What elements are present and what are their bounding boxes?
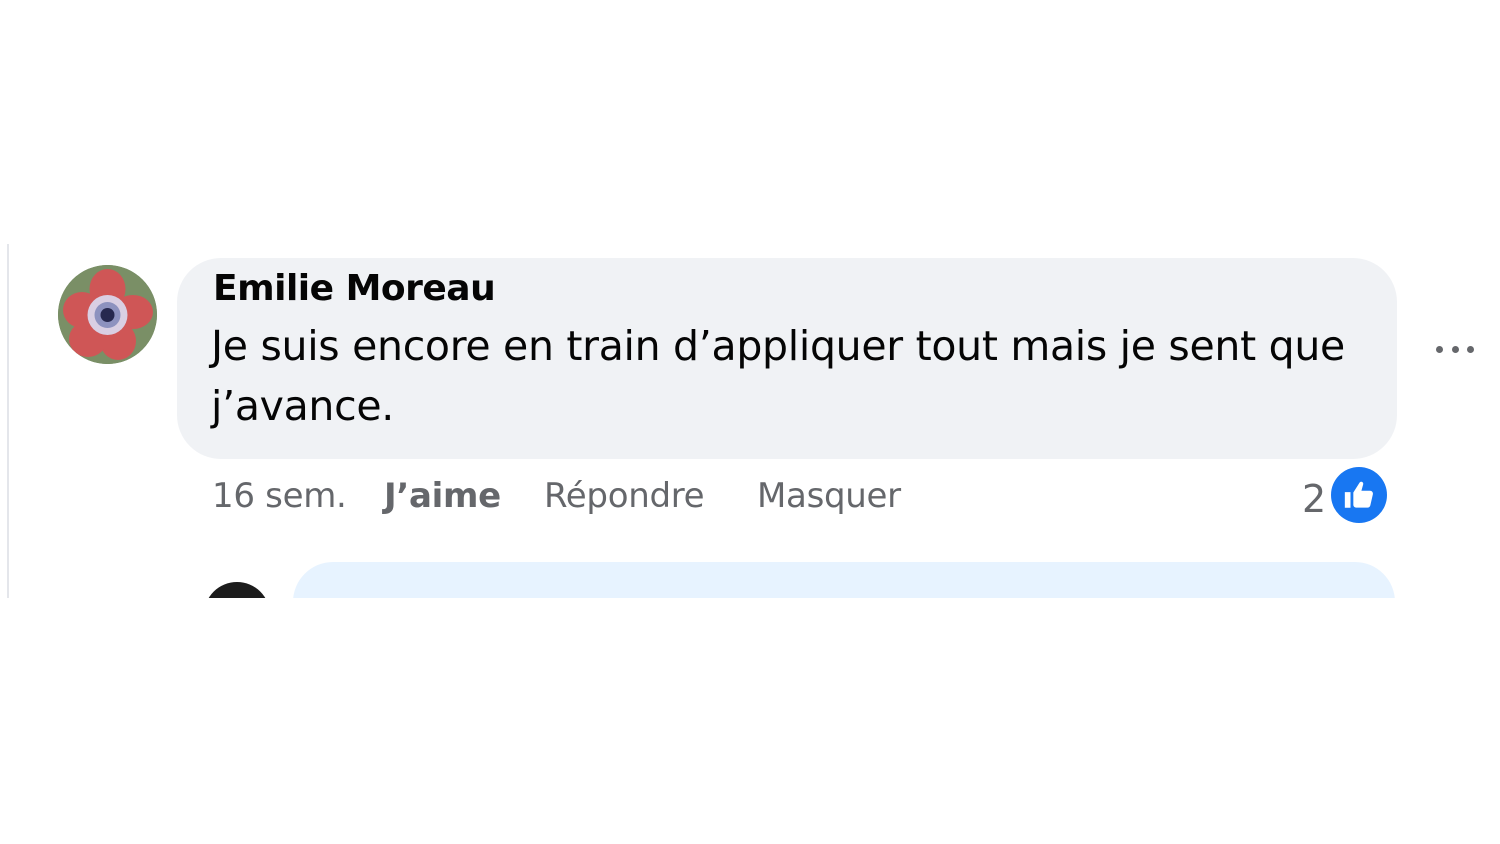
- dot-icon: [1451, 345, 1459, 353]
- like-button[interactable]: J’aime: [384, 474, 501, 518]
- thread-connector-line: [0, 244, 9, 598]
- current-user-avatar[interactable]: [204, 582, 270, 598]
- comment-author-name[interactable]: Emilie Moreau: [213, 268, 496, 309]
- flower-avatar-icon: [58, 265, 157, 364]
- comment-actions: 16 sem. J’aime Répondre Masquer: [0, 474, 1500, 518]
- dot-icon: [1467, 345, 1474, 353]
- hide-button[interactable]: Masquer: [757, 474, 901, 518]
- thumbs-up-icon[interactable]: [1331, 467, 1387, 523]
- reply-input[interactable]: [293, 562, 1395, 598]
- comment-text: Je suis encore en train d’appliquer tout…: [211, 322, 1345, 430]
- thumbs-up-glyph-icon: [1344, 481, 1373, 508]
- comment-thread: Emilie Moreau Je suis encore en train d’…: [0, 244, 1500, 598]
- author-avatar[interactable]: [58, 265, 157, 364]
- reply-button[interactable]: Répondre: [544, 474, 705, 518]
- comment-timestamp[interactable]: 16 sem.: [212, 474, 347, 518]
- reaction-count[interactable]: 2: [1302, 477, 1326, 521]
- more-options-icon[interactable]: [1430, 332, 1480, 366]
- dot-icon: [1436, 345, 1443, 353]
